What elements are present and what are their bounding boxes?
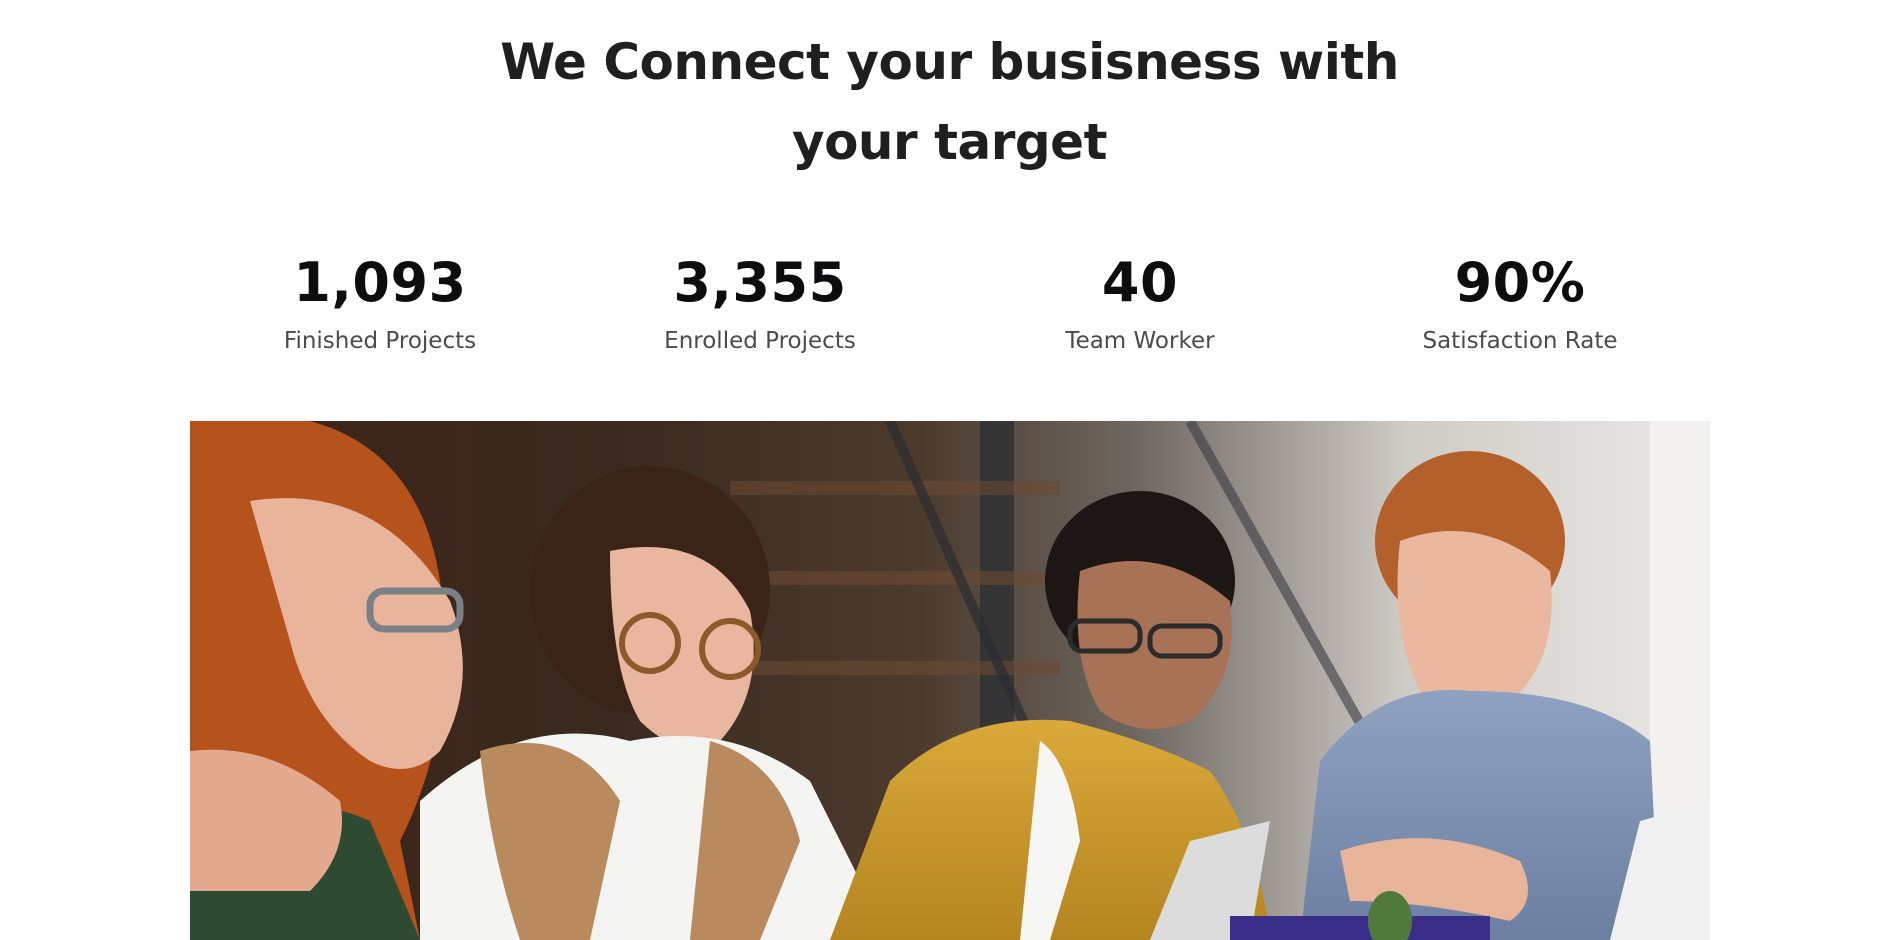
stat-finished-projects: 1,093 Finished Projects xyxy=(230,250,530,356)
stat-enrolled-projects: 3,355 Enrolled Projects xyxy=(610,250,910,356)
stat-value: 1,093 xyxy=(293,251,467,314)
stat-label: Enrolled Projects xyxy=(664,328,856,354)
stat-label: Satisfaction Rate xyxy=(1422,328,1618,354)
stat-value: 40 xyxy=(1101,251,1179,314)
team-meeting-photo xyxy=(190,421,1710,940)
section-heading: We Connect your busisness with your targ… xyxy=(0,22,1899,182)
stats-row: 1,093 Finished Projects 3,355 Enrolled P… xyxy=(0,250,1899,370)
heading-line-1: We Connect your busisness with xyxy=(500,33,1399,91)
heading-line-2: your target xyxy=(791,113,1108,171)
stat-satisfaction-rate: 90% Satisfaction Rate xyxy=(1370,250,1670,356)
photo-illustration xyxy=(190,421,1710,940)
stat-label: Team Worker xyxy=(1065,328,1215,354)
stat-value: 90% xyxy=(1454,251,1586,314)
stat-team-worker: 40 Team Worker xyxy=(990,250,1290,356)
stat-value: 3,355 xyxy=(673,251,847,314)
stat-label: Finished Projects xyxy=(283,328,477,354)
